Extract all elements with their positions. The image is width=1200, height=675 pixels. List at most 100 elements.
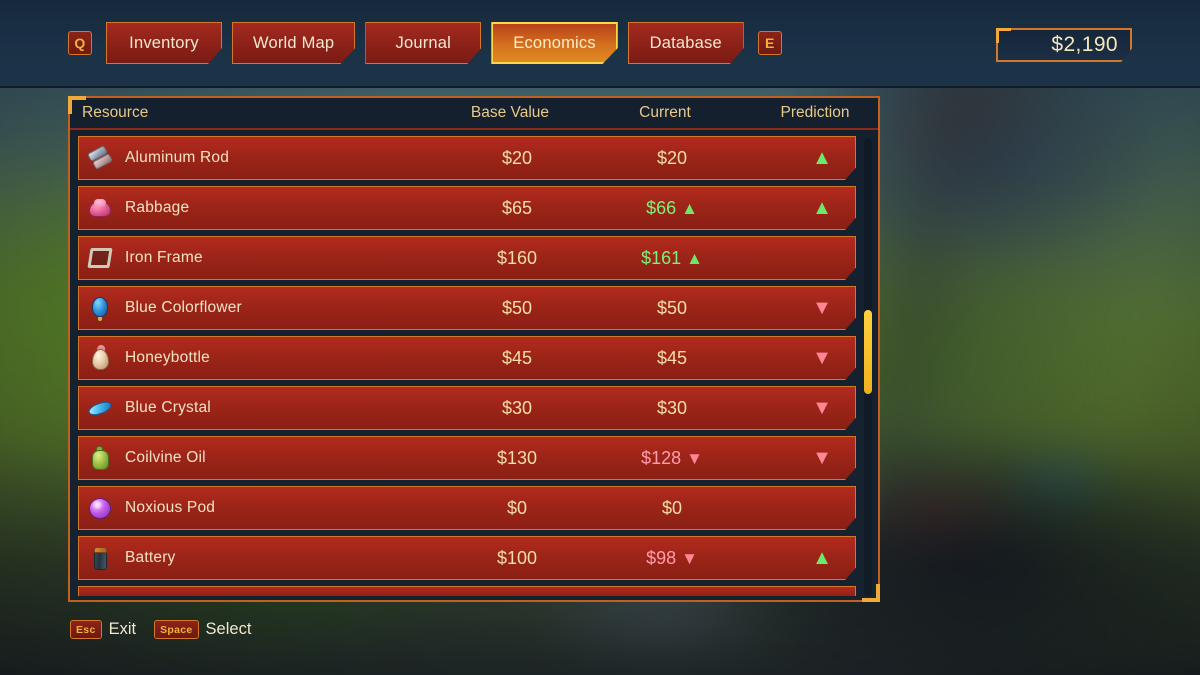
base-value: $0 — [506, 497, 528, 518]
column-header-base-value: Base Value — [470, 104, 550, 121]
resource-name: Rabbage — [125, 199, 190, 216]
base-value: $45 — [501, 347, 533, 368]
base-value-cell: $20 — [437, 148, 597, 169]
key-hint-label: Select — [205, 620, 252, 638]
prediction-arrow: ▼ — [812, 297, 832, 319]
money-display: $2,190 — [996, 28, 1132, 62]
current-value-cell: $50 — [597, 298, 747, 319]
table-row[interactable]: Coilvine Oil $130 $128 ▼ ▼ — [78, 436, 856, 480]
table-row[interactable]: Rabbage $65 $66 ▲ ▲ — [78, 186, 856, 230]
current-value-cell: $45 — [597, 348, 747, 369]
current-value: $0 — [661, 497, 683, 518]
prediction-arrow: ▲ — [812, 547, 832, 569]
resource-cell: Iron Frame — [85, 245, 437, 271]
prediction-cell: ▼ — [747, 447, 856, 469]
base-value: $160 — [496, 247, 538, 268]
prediction-cell: ▼ — [747, 397, 856, 419]
current-value: $128 — [641, 447, 682, 468]
resource-name: Blue Colorflower — [125, 299, 242, 316]
blue-colorflower-icon — [87, 295, 113, 321]
prediction-arrow: ▲ — [812, 197, 832, 219]
current-trend-arrow: ▲ — [686, 248, 703, 268]
tab-database[interactable]: Database — [627, 22, 744, 64]
prediction-cell: ▲ — [747, 547, 856, 569]
noxious-pod-icon — [87, 495, 113, 521]
table-row[interactable]: Blue Crystal $30 $30 ▼ — [78, 386, 856, 430]
prediction-arrow: ▼ — [812, 397, 832, 419]
current-value: $30 — [656, 397, 688, 418]
resource-cell: Battery — [85, 545, 437, 571]
resource-cell: Blue Crystal — [85, 395, 437, 421]
current-value-cell: $161 ▲ — [597, 248, 747, 269]
current-trend-arrow: ▼ — [681, 548, 698, 568]
current-trend-arrow: ▲ — [681, 198, 698, 218]
scrollbar-track[interactable] — [864, 138, 872, 596]
keycap-space[interactable]: Space — [154, 620, 199, 639]
table-column-header: Resource Base Value Current Prediction — [70, 98, 878, 130]
tab-world-map[interactable]: World Map — [232, 22, 356, 64]
base-value-cell: $0 — [437, 498, 597, 519]
base-value-cell: $30 — [437, 398, 597, 419]
key-hint: Esc Exit — [70, 620, 136, 639]
table-row[interactable]: Noxious Pod $0 $0 — [78, 486, 856, 530]
economics-panel: Resource Base Value Current Prediction A… — [68, 96, 880, 602]
current-value: $50 — [656, 297, 688, 318]
game-screen: Q Inventory World Map Journal Economics Data… — [0, 0, 1200, 675]
table-row[interactable]: Honeybottle $45 $45 ▼ — [78, 336, 856, 380]
blue-crystal-icon — [86, 395, 114, 421]
tab-economics[interactable]: Economics — [491, 22, 618, 64]
resource-name: Battery — [125, 549, 176, 566]
table-row[interactable]: Iron Frame $160 $161 ▲ — [78, 236, 856, 280]
current-value-cell: $20 — [597, 148, 747, 169]
current-value: $98 — [646, 547, 677, 568]
base-value: $130 — [496, 447, 538, 468]
top-navigation-bar: Q Inventory World Map Journal Economics Data… — [0, 0, 1200, 88]
base-value-cell: $130 — [437, 448, 597, 469]
base-value: $20 — [501, 147, 533, 168]
resource-cell: Coilvine Oil — [85, 445, 437, 471]
base-value-cell: $65 — [437, 198, 597, 219]
honeybottle-icon — [87, 343, 113, 371]
aluminum-rod-icon — [86, 145, 114, 171]
tab-bar: Inventory World Map Journal Economics Databa… — [106, 22, 744, 64]
resource-name: Aluminum Rod — [125, 149, 230, 166]
table-row-partial[interactable] — [78, 586, 856, 596]
q-key-badge[interactable]: Q — [68, 31, 92, 55]
table-row[interactable]: Battery $100 $98 ▼ ▲ — [78, 536, 856, 580]
prediction-arrow: ▼ — [812, 347, 832, 369]
current-value-cell: $128 ▼ — [597, 448, 747, 469]
resource-rows: Aluminum Rod $20 $20 ▲ Rabbage $65 $66 ▲ ▲ Iron F… — [78, 136, 856, 580]
rabbage-icon — [87, 195, 113, 221]
e-key-badge[interactable]: E — [757, 31, 782, 55]
key-hint: Space Select — [154, 620, 251, 639]
current-value: $66 — [646, 197, 677, 218]
column-header-resource: Resource — [82, 104, 149, 121]
base-value-cell: $100 — [437, 548, 597, 569]
resource-cell: Noxious Pod — [85, 495, 437, 521]
prediction-cell: ▼ — [747, 347, 856, 369]
prediction-cell: ▼ — [747, 297, 856, 319]
scrollbar-thumb[interactable] — [864, 310, 872, 394]
resource-name: Iron Frame — [125, 249, 203, 266]
base-value-cell: $45 — [437, 348, 597, 369]
table-row[interactable]: Aluminum Rod $20 $20 ▲ — [78, 136, 856, 180]
current-value: $45 — [656, 347, 688, 368]
tab-journal[interactable]: Journal — [365, 22, 482, 64]
resource-list[interactable]: Aluminum Rod $20 $20 ▲ Rabbage $65 $66 ▲ ▲ Iron F… — [70, 130, 878, 596]
prediction-arrow: ▲ — [812, 147, 832, 169]
keycap-esc[interactable]: Esc — [70, 620, 102, 639]
table-row[interactable]: Blue Colorflower $50 $50 ▼ — [78, 286, 856, 330]
base-value: $30 — [501, 397, 533, 418]
resource-cell: Blue Colorflower — [85, 295, 437, 321]
current-value: $161 — [641, 247, 682, 268]
resource-name: Honeybottle — [125, 349, 210, 366]
current-value-cell: $0 — [597, 498, 747, 519]
base-value: $100 — [496, 547, 538, 568]
prediction-cell: ▲ — [747, 147, 856, 169]
tab-inventory[interactable]: Inventory — [106, 22, 222, 64]
resource-cell: Rabbage — [85, 195, 437, 221]
prediction-arrow: ▼ — [812, 447, 832, 469]
resource-name: Noxious Pod — [125, 499, 216, 516]
base-value-cell: $160 — [437, 248, 597, 269]
base-value-cell: $50 — [437, 298, 597, 319]
